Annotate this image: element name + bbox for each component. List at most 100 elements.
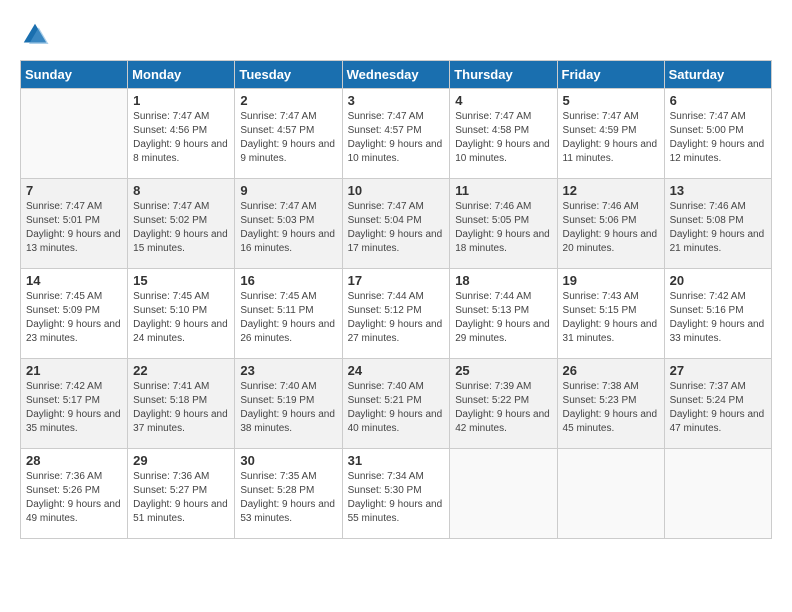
day-info: Sunrise: 7:47 AM Sunset: 4:57 PM Dayligh… [240,110,336,166]
calendar-header-row: SundayMondayTuesdayWednesdayThursdayFrid… [21,61,772,89]
calendar-cell: 25 Sunrise: 7:39 AM Sunset: 5:22 PM Dayli… [450,359,557,449]
day-info: Sunrise: 7:42 AM Sunset: 5:16 PM Dayligh… [670,290,766,346]
day-number: 29 [133,453,229,468]
calendar-cell: 31 Sunrise: 7:34 AM Sunset: 5:30 PM Dayli… [342,449,450,539]
day-header-monday: Monday [128,61,235,89]
day-number: 24 [348,363,445,378]
day-number: 3 [348,93,445,108]
day-number: 4 [455,93,551,108]
calendar-cell: 24 Sunrise: 7:40 AM Sunset: 5:21 PM Dayli… [342,359,450,449]
page-header [20,20,772,50]
day-number: 23 [240,363,336,378]
day-number: 9 [240,183,336,198]
calendar-cell [21,89,128,179]
calendar-cell: 11Sunrise: 7:46 AM Sunset: 5:05 PM Dayli… [450,179,557,269]
day-number: 25 [455,363,551,378]
day-number: 15 [133,273,229,288]
day-info: Sunrise: 7:47 AM Sunset: 5:02 PM Dayligh… [133,200,229,256]
day-number: 17 [348,273,445,288]
calendar-cell: 7 Sunrise: 7:47 AM Sunset: 5:01 PM Daylig… [21,179,128,269]
calendar-cell: 13 Sunrise: 7:46 AM Sunset: 5:08 PM Dayli… [664,179,771,269]
day-info: Sunrise: 7:46 AM Sunset: 5:08 PM Dayligh… [670,200,766,256]
calendar-cell: 16Sunrise: 7:45 AM Sunset: 5:11 PM Dayli… [235,269,342,359]
day-info: Sunrise: 7:46 AM Sunset: 5:06 PM Dayligh… [563,200,659,256]
day-number: 13 [670,183,766,198]
day-info: Sunrise: 7:45 AM Sunset: 5:10 PM Dayligh… [133,290,229,346]
logo-icon [20,20,50,50]
calendar-cell: 18 Sunrise: 7:44 AM Sunset: 5:13 PM Dayli… [450,269,557,359]
day-number: 20 [670,273,766,288]
calendar-cell: 17 Sunrise: 7:44 AM Sunset: 5:12 PM Dayli… [342,269,450,359]
day-number: 18 [455,273,551,288]
day-info: Sunrise: 7:47 AM Sunset: 5:00 PM Dayligh… [670,110,766,166]
calendar-cell: 10 Sunrise: 7:47 AM Sunset: 5:04 PM Dayli… [342,179,450,269]
calendar-cell: 26 Sunrise: 7:38 AM Sunset: 5:23 PM Dayli… [557,359,664,449]
calendar-cell: 9Sunrise: 7:47 AM Sunset: 5:03 PM Daylig… [235,179,342,269]
day-number: 31 [348,453,445,468]
day-number: 10 [348,183,445,198]
day-info: Sunrise: 7:44 AM Sunset: 5:13 PM Dayligh… [455,290,551,346]
calendar-cell: 8 Sunrise: 7:47 AM Sunset: 5:02 PM Daylig… [128,179,235,269]
day-info: Sunrise: 7:39 AM Sunset: 5:22 PM Dayligh… [455,380,551,436]
day-header-wednesday: Wednesday [342,61,450,89]
day-info: Sunrise: 7:34 AM Sunset: 5:30 PM Dayligh… [348,470,445,526]
day-info: Sunrise: 7:47 AM Sunset: 5:01 PM Dayligh… [26,200,122,256]
calendar-week-3: 14Sunrise: 7:45 AM Sunset: 5:09 PM Dayli… [21,269,772,359]
day-info: Sunrise: 7:35 AM Sunset: 5:28 PM Dayligh… [240,470,336,526]
day-number: 14 [26,273,122,288]
day-number: 11 [455,183,551,198]
calendar-cell: 28 Sunrise: 7:36 AM Sunset: 5:26 PM Dayli… [21,449,128,539]
calendar-cell: 29 Sunrise: 7:36 AM Sunset: 5:27 PM Dayli… [128,449,235,539]
day-number: 26 [563,363,659,378]
day-number: 5 [563,93,659,108]
calendar-cell [557,449,664,539]
calendar-cell [664,449,771,539]
day-info: Sunrise: 7:36 AM Sunset: 5:27 PM Dayligh… [133,470,229,526]
day-number: 22 [133,363,229,378]
calendar-cell: 4 Sunrise: 7:47 AM Sunset: 4:58 PM Daylig… [450,89,557,179]
day-number: 28 [26,453,122,468]
day-number: 19 [563,273,659,288]
calendar-cell: 6 Sunrise: 7:47 AM Sunset: 5:00 PM Daylig… [664,89,771,179]
calendar-cell: 30Sunrise: 7:35 AM Sunset: 5:28 PM Dayli… [235,449,342,539]
day-number: 2 [240,93,336,108]
logo [20,20,54,50]
day-info: Sunrise: 7:47 AM Sunset: 4:58 PM Dayligh… [455,110,551,166]
day-info: Sunrise: 7:40 AM Sunset: 5:21 PM Dayligh… [348,380,445,436]
day-header-thursday: Thursday [450,61,557,89]
day-info: Sunrise: 7:41 AM Sunset: 5:18 PM Dayligh… [133,380,229,436]
day-number: 27 [670,363,766,378]
calendar-week-2: 7 Sunrise: 7:47 AM Sunset: 5:01 PM Daylig… [21,179,772,269]
day-number: 12 [563,183,659,198]
day-number: 8 [133,183,229,198]
day-header-tuesday: Tuesday [235,61,342,89]
calendar-cell: 22 Sunrise: 7:41 AM Sunset: 5:18 PM Dayli… [128,359,235,449]
day-header-friday: Friday [557,61,664,89]
day-header-saturday: Saturday [664,61,771,89]
day-info: Sunrise: 7:44 AM Sunset: 5:12 PM Dayligh… [348,290,445,346]
calendar-cell: 15 Sunrise: 7:45 AM Sunset: 5:10 PM Dayli… [128,269,235,359]
calendar-cell [450,449,557,539]
calendar-cell: 21 Sunrise: 7:42 AM Sunset: 5:17 PM Dayli… [21,359,128,449]
day-info: Sunrise: 7:47 AM Sunset: 4:57 PM Dayligh… [348,110,445,166]
calendar-cell: 2 Sunrise: 7:47 AM Sunset: 4:57 PM Daylig… [235,89,342,179]
day-info: Sunrise: 7:36 AM Sunset: 5:26 PM Dayligh… [26,470,122,526]
calendar-week-1: 1 Sunrise: 7:47 AM Sunset: 4:56 PM Daylig… [21,89,772,179]
calendar-cell: 23Sunrise: 7:40 AM Sunset: 5:19 PM Dayli… [235,359,342,449]
calendar-table: SundayMondayTuesdayWednesdayThursdayFrid… [20,60,772,539]
day-number: 1 [133,93,229,108]
calendar-cell: 3 Sunrise: 7:47 AM Sunset: 4:57 PM Daylig… [342,89,450,179]
day-info: Sunrise: 7:47 AM Sunset: 4:56 PM Dayligh… [133,110,229,166]
day-info: Sunrise: 7:47 AM Sunset: 5:04 PM Dayligh… [348,200,445,256]
day-number: 6 [670,93,766,108]
day-number: 16 [240,273,336,288]
day-number: 21 [26,363,122,378]
calendar-week-5: 28 Sunrise: 7:36 AM Sunset: 5:26 PM Dayli… [21,449,772,539]
day-info: Sunrise: 7:42 AM Sunset: 5:17 PM Dayligh… [26,380,122,436]
day-number: 7 [26,183,122,198]
calendar-week-4: 21 Sunrise: 7:42 AM Sunset: 5:17 PM Dayli… [21,359,772,449]
day-info: Sunrise: 7:38 AM Sunset: 5:23 PM Dayligh… [563,380,659,436]
day-info: Sunrise: 7:37 AM Sunset: 5:24 PM Dayligh… [670,380,766,436]
day-info: Sunrise: 7:43 AM Sunset: 5:15 PM Dayligh… [563,290,659,346]
calendar-cell: 12 Sunrise: 7:46 AM Sunset: 5:06 PM Dayli… [557,179,664,269]
